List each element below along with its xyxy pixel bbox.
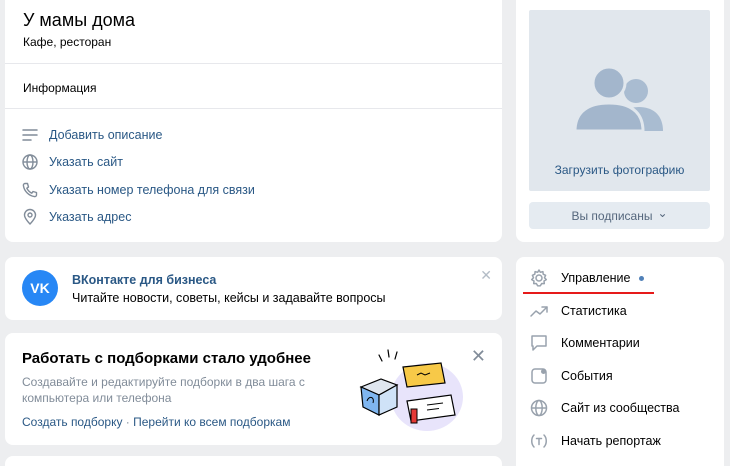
all-collections-link[interactable]: Перейти ко всем подборкам [133,415,290,429]
menu-item-label: Статистика [561,304,627,318]
community-menu-card: Управление Статистика Комментарии Событи… [516,257,724,466]
divider [5,108,502,109]
location-pin-icon [23,208,37,225]
close-icon[interactable]: ✕ [471,346,486,367]
subscribed-label: Вы подписаны [571,208,653,223]
collections-promo-card: Работать с подборками стало удобнее Созд… [5,333,502,445]
boxes-illustration [359,349,463,431]
info-section-title: Информация [23,81,97,95]
phone-icon [22,182,38,198]
globe-icon [22,154,38,170]
vk-logo[interactable]: VK [22,270,58,306]
upload-photo-link[interactable]: Загрузить фотографию [529,163,710,177]
business-promo-title[interactable]: ВКонтакте для бизнеса [72,273,216,287]
subscribed-button[interactable]: Вы подписаны ⌄ [529,202,710,229]
collections-promo-description: Создавайте и редактируйте подборки в два… [22,375,305,405]
business-promo-subtitle: Читайте новости, советы, кейсы и задавай… [72,291,386,305]
group-name: У мамы дома [23,10,136,30]
menu-item-label: Сайт из сообщества [561,401,680,415]
group-info-card: У мамы дома Кафе, ресторан Информация До… [5,0,502,242]
menu-item-management[interactable]: Управление [529,266,719,290]
add-phone-label: Указать номер телефона для связи [49,183,255,197]
next-card [5,456,502,466]
menu-item-label: События [561,369,613,383]
highlight-underline [523,292,654,294]
gear-icon [530,269,548,287]
divider [5,63,502,64]
vk-logo-text: VK [30,280,50,296]
menu-item-label: Управление [561,271,631,285]
text-lines-icon [22,129,38,141]
group-avatar-icon [573,65,663,133]
add-address-label: Указать адрес [49,210,132,224]
menu-item-community-site[interactable]: Сайт из сообщества [529,396,719,420]
collections-promo-title: Работать с подборками стало удобнее [22,350,311,367]
group-photo-card: Загрузить фотографию Вы подписаны ⌄ [516,0,724,242]
globe-icon [530,399,548,417]
add-phone-link[interactable]: Указать номер телефона для связи [21,179,255,201]
business-promo-card: VK ВКонтакте для бизнеса Читайте новости… [5,257,502,320]
chart-trend-icon [530,306,548,317]
menu-item-label: Комментарии [561,336,640,350]
menu-item-comments[interactable]: Комментарии [529,331,719,355]
menu-item-statistics[interactable]: Статистика [529,299,719,323]
close-icon[interactable]: ✕ [480,267,492,284]
comment-icon [531,335,547,351]
add-description-label: Добавить описание [49,128,163,142]
calendar-icon [531,368,547,384]
menu-item-label: Начать репортаж [561,434,661,448]
chevron-down-icon: ⌄ [657,205,668,220]
group-category: Кафе, ресторан [23,35,112,49]
add-site-label: Указать сайт [49,155,123,169]
live-broadcast-icon [531,434,547,448]
add-site-link[interactable]: Указать сайт [21,151,123,173]
collections-links: Создать подборку · Перейти ко всем подбо… [22,415,290,429]
notification-dot [638,275,644,281]
create-collection-link[interactable]: Создать подборку [22,415,122,429]
add-address-link[interactable]: Указать адрес [21,206,131,228]
link-separator: · [122,415,134,429]
add-description-link[interactable]: Добавить описание [21,124,162,146]
photo-placeholder[interactable]: Загрузить фотографию [529,10,710,191]
menu-item-events[interactable]: События [529,364,719,388]
menu-item-start-broadcast[interactable]: Начать репортаж [529,429,719,453]
